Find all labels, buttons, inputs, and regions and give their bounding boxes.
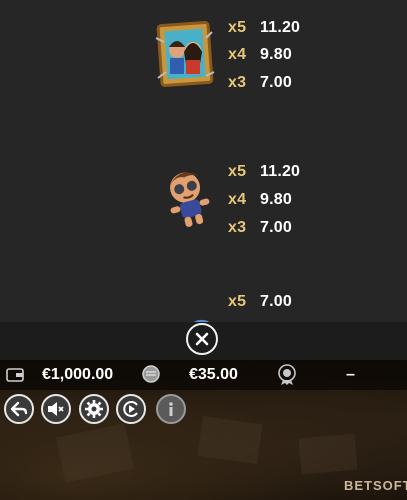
pay-row: x4 9.80 bbox=[228, 191, 292, 209]
autoplay-button[interactable] bbox=[116, 394, 146, 424]
win-badge-icon bbox=[277, 364, 297, 391]
pay-row: x3 7.00 bbox=[228, 219, 292, 237]
payout-amount: 9.80 bbox=[260, 191, 292, 208]
multiplier: x5 bbox=[228, 163, 247, 180]
mute-icon bbox=[48, 402, 64, 416]
multiplier: x5 bbox=[228, 293, 247, 310]
multiplier: x4 bbox=[228, 191, 247, 208]
info-button[interactable] bbox=[156, 394, 186, 424]
multiplier: x5 bbox=[228, 19, 247, 36]
bet-value: €35.00 bbox=[189, 366, 238, 383]
info-icon bbox=[169, 402, 173, 416]
pay-row: x5 11.20 bbox=[228, 163, 300, 181]
pay-row: x5 7.00 bbox=[228, 293, 292, 311]
payout-amount: 7.00 bbox=[260, 219, 292, 236]
brand-logo: BETSOFT bbox=[344, 478, 407, 493]
settings-icon bbox=[85, 400, 103, 418]
payout-amount: 11.20 bbox=[260, 19, 301, 36]
payout-amount: 7.00 bbox=[260, 293, 292, 310]
close-button[interactable] bbox=[186, 323, 218, 355]
paytable-panel: x5 11.20 x4 9.80 x3 7.00 x5 11.20 x4 9.80 bbox=[0, 0, 407, 322]
voodoo-doll-symbol bbox=[150, 166, 220, 232]
settings-button[interactable] bbox=[79, 394, 109, 424]
autoplay-icon bbox=[123, 401, 138, 417]
wallet-icon bbox=[6, 367, 24, 388]
close-icon bbox=[195, 332, 209, 346]
back-icon bbox=[10, 401, 28, 417]
multiplier: x3 bbox=[228, 74, 247, 91]
pay-row: x3 7.00 bbox=[228, 74, 292, 92]
couple-portrait-symbol bbox=[154, 20, 218, 90]
payout-amount: 7.00 bbox=[260, 74, 292, 91]
win-value: – bbox=[346, 366, 355, 383]
payout-amount: 9.80 bbox=[260, 46, 292, 63]
pay-row: x5 11.20 bbox=[228, 19, 300, 37]
mute-button[interactable] bbox=[41, 394, 71, 424]
balance-value: €1,000.00 bbox=[42, 366, 114, 383]
multiplier: x4 bbox=[228, 46, 247, 63]
back-button[interactable] bbox=[4, 394, 34, 424]
multiplier: x3 bbox=[228, 219, 247, 236]
payout-amount: 11.20 bbox=[260, 163, 301, 180]
pay-row: x4 9.80 bbox=[228, 46, 292, 64]
partial-symbol bbox=[186, 314, 216, 322]
coins-icon bbox=[141, 364, 161, 389]
